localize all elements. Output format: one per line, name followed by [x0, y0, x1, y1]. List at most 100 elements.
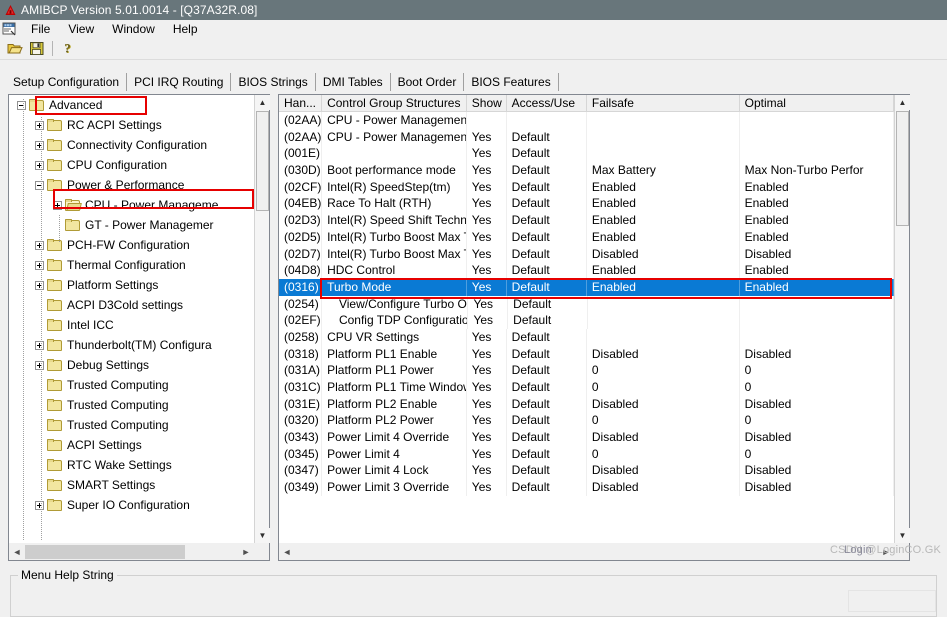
table-row[interactable]: (0347) Power Limit 4 Lock Yes Default Disabl…	[279, 462, 894, 480]
tab-boot-order[interactable]: Boot Order	[390, 73, 465, 91]
tab-pci-irq-routing[interactable]: PCI IRQ Routing	[127, 73, 232, 91]
tree-node[interactable]: Thermal Configuration	[9, 255, 254, 275]
table-row[interactable]: (02AA)CPU - Power Management ...	[279, 112, 894, 129]
tree-node[interactable]: ACPI Settings	[9, 435, 254, 455]
tree-expander-plus-icon[interactable]	[35, 140, 44, 150]
tree-node-label: Advanced	[49, 98, 103, 112]
column-header[interactable]: Han...	[279, 95, 323, 111]
tree-expander-plus-icon[interactable]	[35, 500, 44, 510]
list-scroll-thumb[interactable]	[896, 111, 909, 226]
tree-node[interactable]: Power & Performance	[9, 175, 254, 195]
table-row[interactable]: (0316) Turbo Mode Yes Default Enabled Enabled	[279, 278, 894, 296]
tree-expander-plus-icon[interactable]	[35, 240, 44, 250]
cell-handle: (031E)	[279, 395, 323, 413]
tab-setup-configuration[interactable]: Setup Configuration	[6, 73, 128, 92]
tree-scroll-up-arrow[interactable]: ▲	[255, 95, 270, 110]
tree-expander-plus-icon[interactable]	[35, 360, 44, 370]
menu-item-file[interactable]: File	[22, 21, 59, 37]
table-row[interactable]: (04D8) HDC Control Yes Default Enabled Enable…	[279, 262, 894, 279]
list-scroll-left-arrow[interactable]: ◄	[279, 543, 295, 560]
tree-guide-line	[41, 117, 42, 541]
tree-hscroll-thumb[interactable]	[25, 544, 185, 559]
tree-expander-minus-icon[interactable]	[17, 100, 26, 110]
list-horizontal-scrollbar[interactable]: ◄ ►	[279, 543, 894, 560]
table-row[interactable]: (0258) CPU VR Settings Yes Default	[279, 328, 894, 346]
table-row[interactable]: (030D) Boot performance mode Yes Default Max…	[279, 162, 894, 179]
cell-failsafe: 0	[587, 379, 740, 396]
tree-hscroll-track[interactable]	[25, 543, 238, 560]
tree-node[interactable]: Advanced	[9, 95, 254, 115]
floppy-disk-save-icon[interactable]	[26, 39, 48, 59]
tree-node[interactable]: RTC Wake Settings	[9, 455, 254, 475]
table-row[interactable]: (0320) Platform PL2 Power Yes Default 0 0	[279, 412, 894, 430]
column-header[interactable]: Access/Use	[506, 95, 587, 111]
question-mark-help-icon[interactable]: ? ?	[57, 39, 79, 59]
list-scroll-down-arrow[interactable]: ▼	[895, 528, 910, 543]
list-vertical-scrollbar[interactable]: ▲ ▼	[894, 95, 910, 543]
tree-scroll-left-arrow[interactable]: ◄	[9, 543, 25, 560]
menu-item-help[interactable]: Help	[164, 21, 207, 37]
tree-node[interactable]: SMART Settings	[9, 475, 254, 495]
tree-node[interactable]: GT - Power Managemer	[9, 215, 254, 235]
tree-expander-plus-icon[interactable]	[35, 340, 44, 350]
tree-expander-plus-icon[interactable]	[35, 260, 44, 270]
table-row[interactable]: (0343) Power Limit 4 Override Yes Default Di…	[279, 429, 894, 446]
tree-expander-plus-icon[interactable]	[35, 120, 44, 130]
open-folder-icon[interactable]	[4, 39, 26, 59]
tree-node[interactable]: PCH-FW Configuration	[9, 235, 254, 255]
table-row[interactable]: (031C) Platform PL1 Time Window Yes Default…	[279, 379, 894, 396]
tab-bios-features[interactable]: BIOS Features	[464, 73, 559, 91]
table-row[interactable]: (02D5) Intel(R) Turbo Boost Max T... Yes De…	[279, 228, 894, 246]
table-row[interactable]: (02EF) Config TDP Configurations Yes Defaul…	[279, 312, 894, 329]
table-row[interactable]: (02CF) Intel(R) SpeedStep(tm) Yes Default En…	[279, 178, 894, 196]
tree-node[interactable]: Super IO Configuration	[9, 495, 254, 515]
tree-node[interactable]: Connectivity Configuration	[9, 135, 254, 155]
table-row[interactable]: (0254)View/Configure Turbo Op...YesDefau…	[279, 295, 894, 313]
cell-access: Default	[507, 379, 587, 396]
tree-node[interactable]: CPU - Power Manageme	[9, 195, 254, 215]
tree-node[interactable]: Trusted Computing	[9, 415, 254, 435]
tree-node[interactable]: Thunderbolt(TM) Configura	[9, 335, 254, 355]
tree-expander-plus-icon[interactable]	[53, 200, 62, 210]
menu-item-window[interactable]: Window	[103, 21, 164, 37]
table-row[interactable]: (04EB) Race To Halt (RTH) Yes Default Enable…	[279, 195, 894, 213]
table-row[interactable]: (0318) Platform PL1 Enable Yes Default Disab…	[279, 345, 894, 363]
list-scroll-up-arrow[interactable]: ▲	[895, 95, 910, 110]
table-row[interactable]: (031A) Platform PL1 Power Yes Default 0 0	[279, 362, 894, 379]
tree-node[interactable]: Intel ICC	[9, 315, 254, 335]
tree-scroll-down-arrow[interactable]: ▼	[255, 528, 270, 543]
table-row[interactable]: (001E) Yes Default	[279, 145, 894, 163]
table-row[interactable]: (0349) Power Limit 3 Override Yes Default Di…	[279, 479, 894, 496]
tree-node[interactable]: Platform Settings	[9, 275, 254, 295]
tree-horizontal-scrollbar[interactable]: ◄ ►	[9, 543, 254, 560]
table-row[interactable]: (02AA)CPU - Power Management ...YesDefau…	[279, 128, 894, 146]
tree-scroll-right-arrow[interactable]: ►	[238, 543, 254, 560]
table-row[interactable]: (0345) Power Limit 4 Yes Default 0 0	[279, 445, 894, 463]
tree-node[interactable]: Trusted Computing	[9, 395, 254, 415]
cell-show: Yes	[467, 212, 507, 229]
tree-node[interactable]: ACPI D3Cold settings	[9, 295, 254, 315]
column-header[interactable]: Show	[466, 95, 507, 111]
list-hscroll-track[interactable]	[295, 543, 878, 560]
table-row[interactable]: (02D7) Intel(R) Turbo Boost Max T... Yes De…	[279, 245, 894, 263]
tab-bios-strings[interactable]: BIOS Strings	[231, 73, 316, 91]
tree-node[interactable]: Trusted Computing	[9, 375, 254, 395]
cell-optimal: Disabled	[740, 429, 894, 446]
table-row[interactable]: (031E) Platform PL2 Enable Yes Default Disab…	[279, 395, 894, 413]
tree-expander-plus-icon[interactable]	[35, 280, 44, 290]
column-header[interactable]: Optimal	[739, 95, 894, 111]
menu-help-string-field[interactable]	[848, 590, 936, 612]
tree-node[interactable]: Debug Settings	[9, 355, 254, 375]
column-header[interactable]: Control Group Structures	[322, 95, 467, 111]
column-header[interactable]: Failsafe	[586, 95, 740, 111]
table-row[interactable]: (02D3)Intel(R) Speed Shift Techno...YesD…	[279, 212, 894, 229]
tree-node[interactable]: CPU Configuration	[9, 155, 254, 175]
tree-expander-plus-icon[interactable]	[35, 160, 44, 170]
tree-scroll-thumb[interactable]	[256, 111, 269, 211]
tree-node[interactable]: RC ACPI Settings	[9, 115, 254, 135]
tab-dmi-tables[interactable]: DMI Tables	[315, 73, 391, 91]
tree-vertical-scrollbar[interactable]: ▲ ▼	[254, 95, 270, 543]
menu-item-view[interactable]: View	[59, 21, 103, 37]
tree-expander-minus-icon[interactable]	[35, 180, 44, 190]
